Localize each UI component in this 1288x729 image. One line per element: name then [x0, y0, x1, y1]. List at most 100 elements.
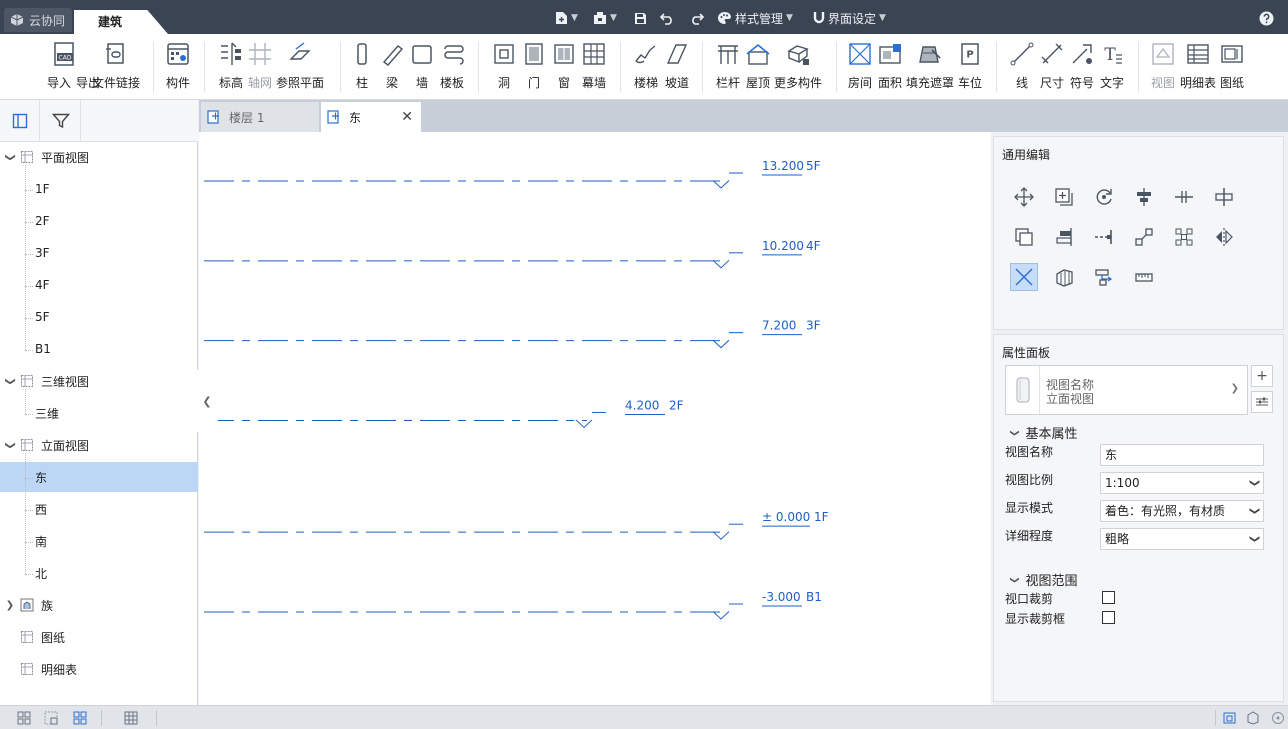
tree-group[interactable]: ❯ 族: [0, 590, 198, 620]
tree-group[interactable]: 明细表: [0, 654, 198, 684]
elevation-canvas[interactable]: 13.200 5F 10.200 4F 7.200 3F 4.200 2F ± 0.000 1F -…: [199, 132, 991, 705]
level-3F[interactable]: 7.200 3F: [204, 319, 821, 349]
grid-button[interactable]: 轴网: [247, 41, 273, 90]
property-select[interactable]: 着色：有光照，有材质 ❯: [1100, 500, 1264, 522]
filter-button[interactable]: [41, 100, 81, 142]
tab-architecture[interactable]: 建筑: [74, 10, 168, 34]
tree-item[interactable]: 三维: [0, 398, 198, 428]
fill-mask-button[interactable]: 填充遮罩: [906, 41, 954, 90]
more-components-button[interactable]: 更多构件: [774, 41, 822, 90]
delete-tool-button[interactable]: [1010, 263, 1038, 291]
property-checkbox[interactable]: [1102, 591, 1115, 604]
property-select[interactable]: 1:100 ❯: [1100, 472, 1264, 494]
ramp-button[interactable]: 坡道: [664, 41, 690, 90]
split-tool-button[interactable]: [1170, 183, 1198, 211]
view-button[interactable]: 视图: [1150, 41, 1176, 90]
tree-item[interactable]: B1: [0, 334, 198, 364]
move-tool-button[interactable]: [1010, 183, 1038, 211]
close-tab-icon[interactable]: ✕: [401, 109, 413, 125]
copy-tool-button[interactable]: [1050, 183, 1078, 211]
array-grid-tool-button[interactable]: [1170, 223, 1198, 251]
create-group-tool-button[interactable]: [1050, 263, 1078, 291]
array-tool-button[interactable]: [1130, 223, 1158, 251]
ref-plane-button[interactable]: 参照平面: [276, 41, 324, 90]
type-settings-button[interactable]: [1251, 391, 1273, 413]
window-button[interactable]: 窗: [551, 41, 577, 90]
tree-item[interactable]: 东: [0, 462, 198, 492]
offset-tool-button[interactable]: [1010, 223, 1038, 251]
chevron-down-icon[interactable]: ❯: [5, 152, 16, 162]
ui-settings-menu[interactable]: 界面设定 ▼: [813, 9, 886, 27]
tree-item[interactable]: 1F: [0, 174, 198, 204]
roof-button[interactable]: 屋顶: [745, 41, 771, 90]
chevron-right-icon[interactable]: ❯: [5, 600, 15, 611]
sheet-button[interactable]: 图纸: [1219, 41, 1245, 90]
door-button[interactable]: 门: [521, 41, 547, 90]
tree-item[interactable]: 4F: [0, 270, 198, 300]
chevron-down-icon[interactable]: ❯: [5, 376, 16, 386]
tree-item[interactable]: 西: [0, 494, 198, 524]
open-project-button[interactable]: ▼: [593, 9, 617, 27]
symbol-button[interactable]: 符号: [1069, 41, 1095, 90]
save-button[interactable]: [634, 9, 647, 27]
parking-button[interactable]: P 车位: [957, 41, 983, 90]
tree-item[interactable]: 2F: [0, 206, 198, 236]
box-view-icon[interactable]: [1246, 711, 1260, 725]
view-cube-icon[interactable]: [1223, 711, 1237, 725]
elevation-drawing[interactable]: 13.200 5F 10.200 4F 7.200 3F 4.200 2F ± 0.000 1F -…: [199, 132, 991, 705]
property-checkbox[interactable]: [1102, 611, 1115, 624]
tree-item[interactable]: 南: [0, 526, 198, 556]
style-manager-menu[interactable]: 样式管理 ▼: [717, 9, 793, 27]
info-icon[interactable]: [1271, 711, 1285, 725]
level-2F[interactable]: 4.200 2F: [204, 398, 684, 429]
level-1F[interactable]: ± 0.000 1F: [204, 510, 829, 540]
property-section-header[interactable]: ❯ 视图范围: [1009, 570, 1078, 589]
component-button[interactable]: 构件: [165, 41, 191, 90]
column-button[interactable]: 柱: [349, 41, 375, 90]
railing-button[interactable]: 栏杆: [715, 41, 741, 90]
undo-button[interactable]: [660, 9, 675, 27]
line-button[interactable]: 线: [1009, 41, 1035, 90]
file-link-button[interactable]: 文件链接: [92, 41, 140, 90]
stair-button[interactable]: 楼梯: [633, 41, 659, 90]
mirror-tool-button[interactable]: [1210, 223, 1238, 251]
help-button[interactable]: [1259, 9, 1274, 27]
opening-button[interactable]: 洞: [491, 41, 517, 90]
layout-split-icon[interactable]: [44, 711, 58, 725]
tree-item[interactable]: 3F: [0, 238, 198, 268]
level-5F[interactable]: 13.200 5F: [204, 159, 821, 189]
tree-group[interactable]: 图纸: [0, 622, 198, 652]
dimension-button[interactable]: 尺寸: [1039, 41, 1065, 90]
wall-button[interactable]: 墙: [409, 41, 435, 90]
sheet-grid-icon[interactable]: [124, 711, 138, 725]
text-button[interactable]: T 文字: [1099, 41, 1125, 90]
tree-group[interactable]: ❯ 立面视图: [0, 430, 198, 460]
tree-group[interactable]: ❯ 平面视图: [0, 142, 198, 172]
trim-tool-button[interactable]: [1210, 183, 1238, 211]
elevation-button[interactable]: 标高: [218, 41, 244, 90]
beam-button[interactable]: 梁: [379, 41, 405, 90]
level-B1[interactable]: -3.000 B1: [204, 590, 822, 620]
slab-button[interactable]: 楼板: [439, 41, 465, 90]
tab-east[interactable]: 东 ✕: [321, 102, 421, 132]
layout-tile-icon[interactable]: [73, 711, 87, 725]
pin-tool-button[interactable]: [1090, 263, 1118, 291]
tree-item[interactable]: 5F: [0, 302, 198, 332]
property-select[interactable]: 粗略 ❯: [1100, 528, 1264, 550]
area-button[interactable]: 面积: [877, 41, 903, 90]
property-section-header[interactable]: ❯ 基本属性: [1009, 423, 1078, 442]
type-selector[interactable]: 视图名称 立面视图 ❯: [1005, 365, 1248, 415]
tab-floor-1[interactable]: 楼层 1: [201, 102, 319, 132]
extend-tool-button[interactable]: [1090, 223, 1118, 251]
tree-group[interactable]: ❯ 三维视图: [0, 366, 198, 396]
schedule-button[interactable]: 明细表: [1180, 41, 1216, 90]
room-button[interactable]: 房间: [847, 41, 873, 90]
redo-button[interactable]: [689, 9, 704, 27]
add-type-button[interactable]: +: [1251, 365, 1273, 387]
layout-grid-icon[interactable]: [17, 711, 31, 725]
new-file-button[interactable]: ▼: [555, 9, 578, 27]
level-4F[interactable]: 10.200 4F: [204, 239, 821, 269]
cloud-collab-tab[interactable]: 云协同: [4, 8, 72, 32]
measure-tool-button[interactable]: [1130, 263, 1158, 291]
chevron-down-icon[interactable]: ❯: [5, 440, 16, 450]
